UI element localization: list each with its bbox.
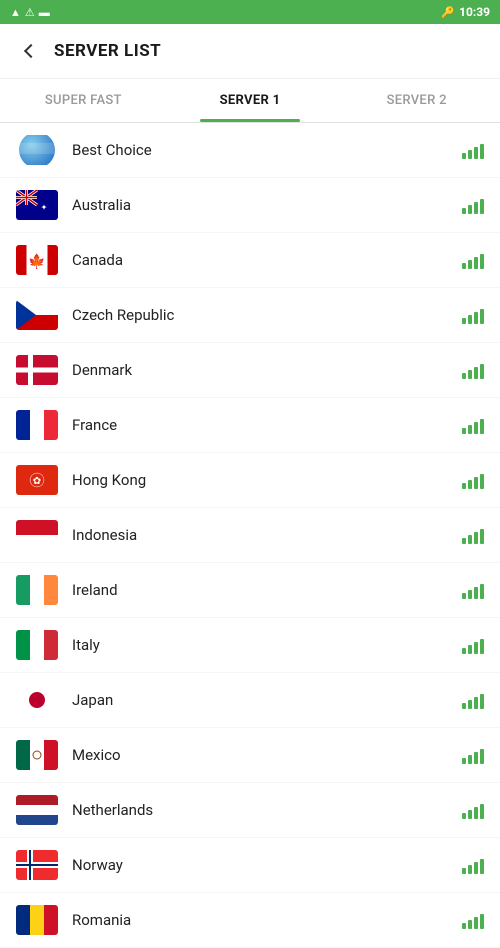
flag-australia: ✦ <box>16 190 58 220</box>
country-name: Canada <box>72 251 462 269</box>
back-chevron-icon <box>24 44 38 58</box>
country-name: Denmark <box>72 361 462 379</box>
list-item[interactable]: Norway <box>0 838 500 893</box>
signal-bars <box>462 746 484 764</box>
svg-text:✿: ✿ <box>33 476 41 487</box>
list-item[interactable]: 🍁 Canada <box>0 233 500 288</box>
signal-bars <box>462 141 484 159</box>
list-item[interactable]: Denmark <box>0 343 500 398</box>
warning-icon: ⚠ <box>25 6 35 19</box>
list-item[interactable]: Japan <box>0 673 500 728</box>
list-item[interactable]: Best Choice <box>0 123 500 178</box>
country-name: Japan <box>72 691 462 709</box>
list-item[interactable]: Czech Republic <box>0 288 500 343</box>
flag-norway <box>16 850 58 880</box>
list-item[interactable]: Italy <box>0 618 500 673</box>
country-name: Hong Kong <box>72 471 462 489</box>
signal-bars <box>462 911 484 929</box>
tab-super-fast[interactable]: SUPER FAST <box>0 79 167 122</box>
list-item[interactable]: Indonesia <box>0 508 500 563</box>
flag-hong-kong: ✿ <box>16 465 58 495</box>
svg-text:✦: ✦ <box>41 203 48 212</box>
svg-text:🍁: 🍁 <box>28 253 45 270</box>
status-icons-left: ▲ ⚠ ▬ <box>10 6 50 19</box>
flag-best-choice <box>16 135 58 165</box>
status-time: 10:39 <box>459 5 490 19</box>
signal-bars <box>462 306 484 324</box>
country-name: Netherlands <box>72 801 462 819</box>
country-name: Romania <box>72 911 462 929</box>
signal-bars <box>462 416 484 434</box>
country-name: Norway <box>72 856 462 874</box>
signal-bars <box>462 471 484 489</box>
tab-server-1[interactable]: SERVER 1 <box>167 79 334 122</box>
page-title: SERVER LIST <box>54 41 161 61</box>
list-item[interactable]: ✿ Hong Kong <box>0 453 500 508</box>
back-button[interactable] <box>16 36 46 66</box>
signal-bars <box>462 856 484 874</box>
country-name: Czech Republic <box>72 306 462 324</box>
flag-mexico <box>16 740 58 770</box>
signal-bars <box>462 526 484 544</box>
flag-czech-republic <box>16 300 58 330</box>
signal-bars <box>462 581 484 599</box>
flag-japan <box>16 685 58 715</box>
signal-bars <box>462 801 484 819</box>
signal-status-icon: ▲ <box>10 6 21 19</box>
flag-romania <box>16 905 58 935</box>
list-item[interactable]: France <box>0 398 500 453</box>
country-name: Indonesia <box>72 526 462 544</box>
signal-bars <box>462 196 484 214</box>
country-name: Mexico <box>72 746 462 764</box>
signal-bars <box>462 636 484 654</box>
country-name: Italy <box>72 636 462 654</box>
country-name: France <box>72 416 462 434</box>
list-item[interactable]: Ireland <box>0 563 500 618</box>
flag-indonesia <box>16 520 58 550</box>
status-bar: ▲ ⚠ ▬ 🔑 10:39 <box>0 0 500 24</box>
flag-italy <box>16 630 58 660</box>
battery-icon: ▬ <box>39 6 50 19</box>
country-name: Ireland <box>72 581 462 599</box>
flag-denmark <box>16 355 58 385</box>
list-item[interactable]: Mexico <box>0 728 500 783</box>
status-icons-right: 🔑 10:39 <box>441 5 490 19</box>
key-icon: 🔑 <box>441 6 455 19</box>
tab-server-2[interactable]: SERVER 2 <box>333 79 500 122</box>
list-item[interactable]: Romania <box>0 893 500 948</box>
flag-ireland <box>16 575 58 605</box>
flag-canada: 🍁 <box>16 245 58 275</box>
tab-bar: SUPER FAST SERVER 1 SERVER 2 <box>0 79 500 123</box>
country-name: Best Choice <box>72 141 462 159</box>
signal-bars <box>462 251 484 269</box>
flag-netherlands <box>16 795 58 825</box>
signal-bars <box>462 361 484 379</box>
list-item[interactable]: Netherlands <box>0 783 500 838</box>
flag-france <box>16 410 58 440</box>
list-item[interactable]: ✦ Australia <box>0 178 500 233</box>
globe-icon <box>19 135 55 165</box>
country-name: Australia <box>72 196 462 214</box>
server-list: Best Choice ✦ <box>0 123 500 948</box>
signal-bars <box>462 691 484 709</box>
page-header: SERVER LIST <box>0 24 500 79</box>
